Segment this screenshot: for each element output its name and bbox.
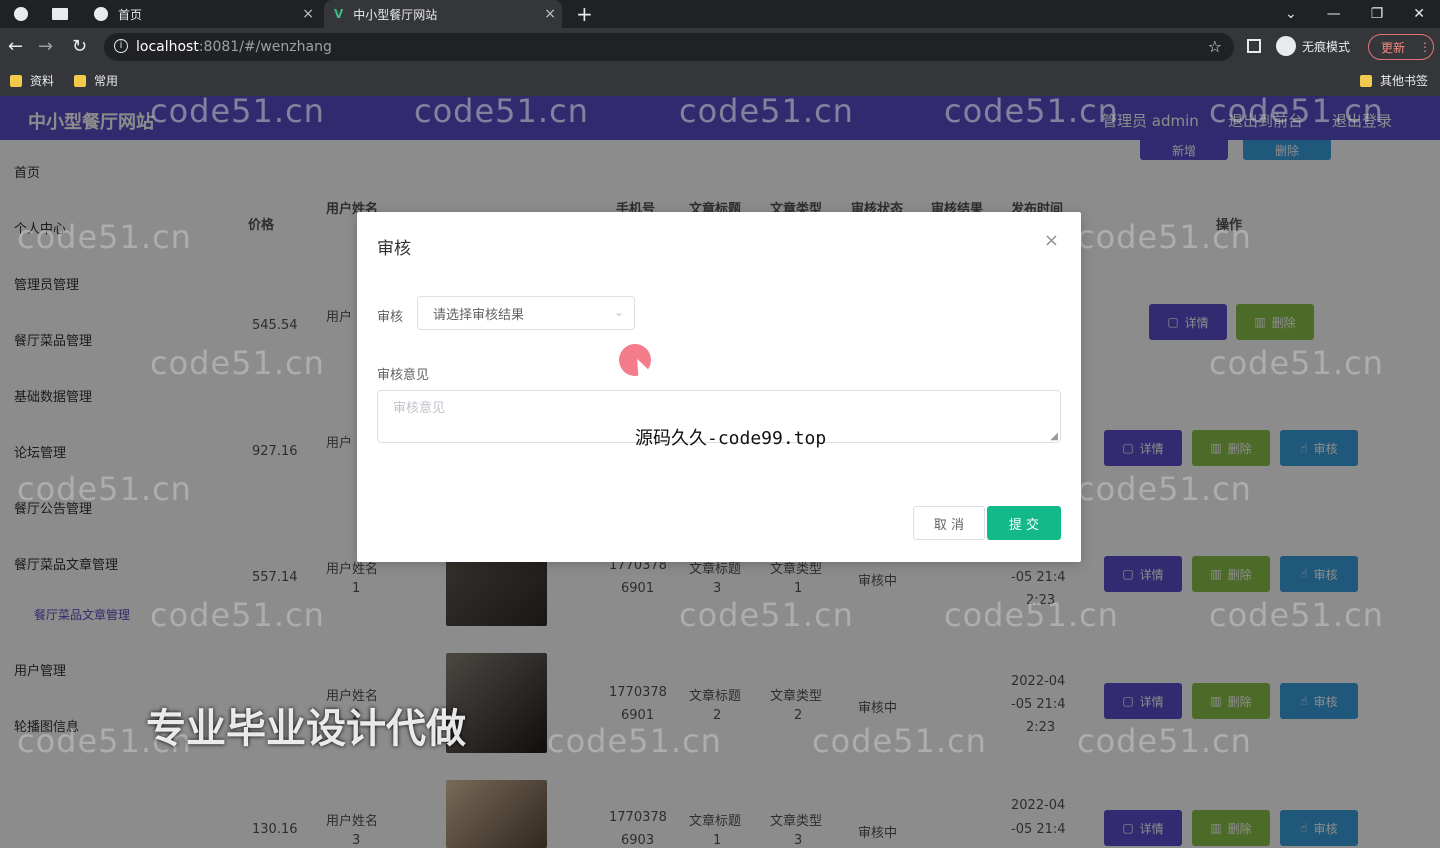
watermark-text: code51.cn [679,596,854,634]
incognito-badge[interactable]: 无痕模式 [1276,36,1350,56]
forward-icon[interactable]: → [38,36,53,57]
chevron-down-icon[interactable]: ⌄ [1285,6,1297,22]
watermark-text: code51.cn [1077,722,1252,760]
opinion-field-label: 审核意见 [377,368,430,383]
watermark-text: code51.cn [1077,218,1252,256]
watermark-text: code51.cn [414,92,589,130]
watermark-text: code51.cn [150,596,325,634]
watermark-text: code51.cn [17,218,192,256]
new-tab-icon[interactable]: + [576,0,596,28]
reload-icon[interactable]: ↻ [72,36,87,57]
folder-icon [74,74,86,87]
audit-dialog: 审核 × 审核 请选择审核结果 ⌄ 审核意见 审核意见 ◢ 取 消 提 交 [357,212,1081,562]
watermark-text: code51.cn [150,92,325,130]
browser-nav-icons [14,0,74,28]
textarea-placeholder: 审核意见 [393,401,446,416]
url-host: localhost [136,39,199,55]
watermark-text: code51.cn [547,722,722,760]
tab-label: 首页 [118,7,143,22]
watermark-text: code51.cn [679,92,854,130]
watermark-text: code51.cn [150,344,325,382]
select-placeholder: 请选择审核结果 [433,307,525,323]
submit-button[interactable]: 提 交 [987,506,1061,540]
submit-label: 提 交 [1008,517,1040,533]
folder-icon [1360,74,1372,87]
minimize-icon[interactable]: — [1327,6,1341,22]
chevron-down-icon: ⌄ [613,305,624,319]
address-bar[interactable]: i localhost :8081/#/wenzhang ☆ [104,33,1234,61]
browser-toolbar: ← → ↻ i localhost :8081/#/wenzhang ☆ 无痕模… [0,28,1440,66]
close-icon[interactable]: × [544,6,556,22]
incognito-icon [1276,36,1296,56]
tab-label: 中小型餐厅网站 [353,7,438,22]
browser-tab-active[interactable]: V 中小型餐厅网站 × [324,0,562,28]
watermark-text: code51.cn [1077,470,1252,508]
folder-icon [10,74,22,87]
cancel-label: 取 消 [933,517,965,533]
close-icon[interactable]: ✕ [1413,6,1425,22]
info-icon[interactable]: i [114,39,128,53]
resize-handle-icon[interactable]: ◢ [1050,431,1058,442]
audit-field-label: 审核 [377,310,404,325]
update-label: 更新 [1381,40,1406,55]
bookmark-label: 资料 [30,74,55,88]
incognito-label: 无痕模式 [1302,39,1351,54]
bookmark-folder[interactable]: 常用 [74,72,118,89]
close-icon[interactable]: × [302,6,314,22]
watermark-text: code51.cn [944,92,1119,130]
window-controls: ⌄ — ❐ ✕ [1270,0,1440,28]
restore-icon[interactable]: ❐ [1371,6,1384,22]
bookmark-label: 常用 [94,74,119,88]
source-watermark-text: 源码久久-code99.top [635,428,827,449]
update-button[interactable]: 更新 ⋮ [1368,34,1434,60]
browser-tab-home[interactable]: 首页 × [84,0,320,28]
watermark-text: code51.cn [1209,596,1384,634]
globe-icon[interactable] [14,7,28,21]
star-icon[interactable]: ☆ [1208,37,1222,56]
close-icon[interactable]: × [1044,230,1059,251]
url-path: :8081/#/wenzhang [198,39,332,55]
other-bookmarks-label: 其他书签 [1380,74,1429,88]
back-icon[interactable]: ← [8,36,23,57]
cancel-button[interactable]: 取 消 [913,506,985,540]
audit-result-select[interactable]: 请选择审核结果 ⌄ [417,296,635,330]
watermark-text: code51.cn [812,722,987,760]
window-icon[interactable] [52,8,68,20]
watermark-text: code51.cn [17,470,192,508]
vue-logo-icon: V [334,7,344,21]
promo-overlay-text: 专业毕业设计代做 [146,706,466,752]
watermark-text: code51.cn [944,596,1119,634]
sidepanel-icon[interactable] [1247,39,1261,53]
watermark-text: code51.cn [1209,344,1384,382]
bookmark-folder[interactable]: 资料 [10,72,54,89]
dialog-title: 审核 [377,239,411,259]
other-bookmarks[interactable]: 其他书签 [1360,72,1428,89]
more-icon: ⋮ [1419,40,1432,54]
globe-icon [94,7,108,21]
watermark-text: code51.cn [1209,92,1384,130]
browser-tab-strip: 首页 × V 中小型餐厅网站 × + ⌄ — ❐ ✕ [0,0,1440,28]
